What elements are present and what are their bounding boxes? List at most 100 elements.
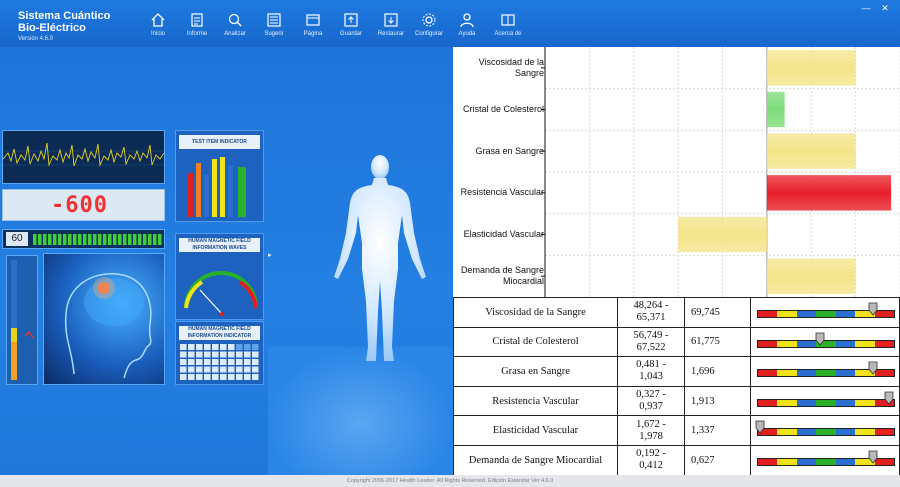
nav-button-analizar[interactable]: Analizar: [215, 12, 255, 37]
vertical-level-icon: [11, 260, 34, 380]
info-grid-cell: [252, 359, 259, 365]
info-grid-cell: [204, 359, 211, 365]
suggest-icon: [267, 13, 281, 27]
row-range: 48,264 -65,371: [617, 297, 685, 328]
nav-button-acerca[interactable]: Acerca de: [488, 12, 528, 37]
expand-arrow-icon[interactable]: ▸: [268, 251, 272, 259]
info-grid-cell: [220, 351, 227, 358]
scale-segment: [835, 399, 856, 406]
analyze-icon: [228, 13, 242, 27]
nav-label: Guardar: [339, 31, 362, 37]
save-icon: [344, 13, 358, 27]
info-grid-cell: [252, 344, 259, 350]
waves-title: HUMAN MAGNETIC FIELD INFORMATION WAVES: [179, 238, 260, 252]
scale-bar: [757, 428, 895, 437]
info-grid-cell: [204, 366, 211, 373]
bar-chart-svg: [541, 47, 900, 297]
scale-segment: [816, 399, 836, 406]
row-value: 61,775: [684, 326, 751, 358]
page-icon: [306, 14, 320, 26]
scale-segment: [777, 370, 797, 377]
pulse-level-bar: [33, 234, 37, 245]
visual-panel: -600 60 TEST ITEM INDICATOR HUMAN MAGNET…: [0, 47, 453, 475]
app-title-line2: Bio-Eléctrico: [18, 22, 86, 34]
info-grid-cell: [236, 351, 243, 358]
scale-segment: [758, 340, 778, 347]
bar-4: [678, 216, 767, 253]
pulse-bar: 60: [2, 229, 165, 249]
info-grid-cell: [204, 344, 211, 350]
human-body-figure: [334, 155, 426, 361]
pulse-level-bar: [133, 234, 137, 245]
info-grid-cell: [252, 366, 259, 373]
table-row: Elasticidad Vascular 1,672 -1,978 1,337: [453, 415, 900, 446]
nav-button-configurar[interactable]: Configurar: [409, 12, 449, 37]
nav-label: Ayuda: [458, 31, 476, 37]
info-grid-cell: [180, 351, 187, 358]
row-value: 1,337: [684, 415, 751, 446]
nav-label: Sugerir: [264, 31, 284, 37]
nav-button-guardar[interactable]: Guardar: [331, 12, 371, 37]
info-grid-cell: [204, 374, 211, 380]
info-grid-cell: [204, 351, 211, 358]
info-grid-cell: [196, 366, 203, 373]
info-grid-cell: [196, 351, 203, 358]
info-grid-cell: [244, 359, 251, 365]
scale-segment: [777, 458, 797, 465]
pulse-level-bar: [73, 234, 77, 245]
results-table: Viscosidad de la Sangre 48,264 -65,371 69,…: [453, 297, 900, 476]
range-high: 1,978: [639, 430, 663, 442]
nav-button-ayuda[interactable]: Ayuda: [447, 12, 487, 37]
top-toolbar: Sistema Cuántico Bio-Eléctrico Versión 4…: [0, 0, 900, 47]
info-grid-cell: [188, 351, 195, 358]
category-label: Grasa en Sangre: [475, 145, 544, 156]
pulse-level-bar: [43, 234, 47, 245]
nav-label: Informe: [186, 31, 208, 37]
info-grid-cell: [220, 366, 227, 373]
information-waves-panel: HUMAN MAGNETIC FIELD INFORMATION WAVES: [175, 233, 264, 320]
nav-button-sugerir[interactable]: Sugerir: [254, 12, 294, 37]
row-range: 1,672 -1,978: [617, 415, 685, 446]
bar-0: [766, 50, 856, 86]
info-grid-cell: [196, 374, 203, 380]
scale-segment: [835, 370, 856, 377]
settings-icon: [422, 13, 436, 27]
scale-segment: [796, 311, 817, 317]
info-grid-cell: [252, 374, 259, 380]
category-label: Elasticidad Vascular: [463, 229, 544, 239]
app-version: Versión 4.6.0: [18, 36, 54, 42]
table-row: Resistencia Vascular 0,327 -0,937 1,913: [453, 385, 900, 417]
scale-segment: [855, 429, 875, 436]
close-button[interactable]: ✕: [879, 3, 891, 14]
row-value: 1,913: [684, 385, 751, 417]
pulse-level-bar: [83, 234, 87, 245]
pulse-level-bar: [53, 234, 57, 245]
scale-segment: [796, 458, 817, 465]
bar-chart: Viscosidad de la Sangre Cristal de Colest…: [453, 47, 900, 297]
range-high: 0,412: [639, 460, 663, 472]
scale-segment: [816, 429, 836, 436]
info-grid-cell: [180, 366, 187, 373]
range-low: 0,481 -: [636, 359, 666, 371]
pointer-marker-icon: [868, 450, 878, 464]
nav-button-restaurar[interactable]: Restaurar: [371, 12, 411, 37]
scale-segment: [816, 458, 836, 465]
info-grid-icon: [180, 344, 259, 380]
range-low: 0,192 -: [636, 448, 666, 460]
pulse-level-bar: [78, 234, 82, 245]
info-grid-cell: [228, 351, 235, 358]
minimize-button[interactable]: —: [860, 3, 872, 13]
info-grid-cell: [212, 351, 219, 358]
scale-segment: [816, 370, 836, 377]
indicator-bars-icon: [188, 157, 246, 217]
info-grid-cell: [228, 366, 235, 373]
nav-button-informe[interactable]: Informe: [177, 12, 217, 37]
ecg-monitor: [2, 130, 165, 184]
row-range: 0,192 -0,412: [617, 444, 685, 476]
nav-button-inicio[interactable]: Inicio: [138, 12, 178, 37]
nav-button-pagina[interactable]: Página: [293, 12, 333, 37]
pointer-marker-icon: [755, 420, 765, 435]
scale-segment: [777, 340, 797, 347]
table-row: Cristal de Colesterol 56,749 -67,522 61,77…: [453, 326, 900, 358]
info-grid-cell: [212, 366, 219, 373]
